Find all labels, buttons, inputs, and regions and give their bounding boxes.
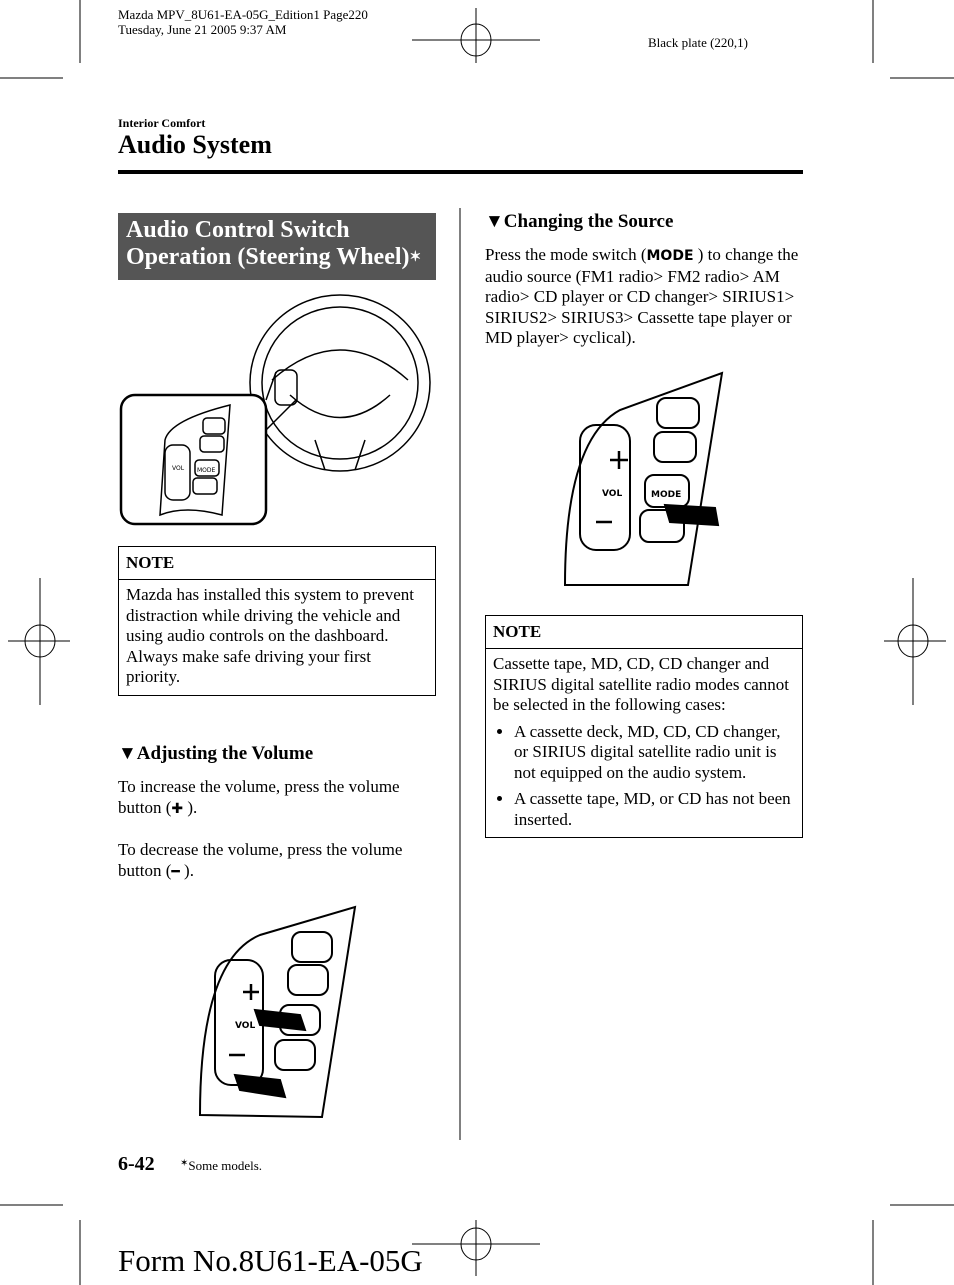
footnote: ✶Some models. bbox=[180, 1158, 262, 1174]
manual-page: Mazda MPV_8U61-EA-05G_Edition1 Page220 T… bbox=[0, 0, 954, 1285]
form-number: Form No.8U61-EA-05G bbox=[118, 1243, 423, 1278]
note-text: Cassette tape, MD, CD, CD changer and SI… bbox=[493, 654, 790, 714]
footnote-text: Some models. bbox=[188, 1158, 263, 1173]
page-number: 6-42 bbox=[118, 1153, 155, 1175]
note-bullets: A cassette deck, MD, CD, CD changer, or … bbox=[493, 722, 795, 831]
note-title: NOTE bbox=[486, 616, 802, 649]
vol-label-large: VOL bbox=[602, 489, 622, 499]
bullet-item: A cassette deck, MD, CD, CD changer, or … bbox=[514, 722, 795, 784]
mode-label: MODE bbox=[651, 490, 681, 500]
bullet-item: A cassette tape, MD, or CD has not been … bbox=[514, 789, 795, 830]
note-box-2: NOTE Cassette tape, MD, CD, CD changer a… bbox=[485, 615, 803, 838]
mode-switch-illustration: VOL MODE bbox=[563, 371, 724, 586]
